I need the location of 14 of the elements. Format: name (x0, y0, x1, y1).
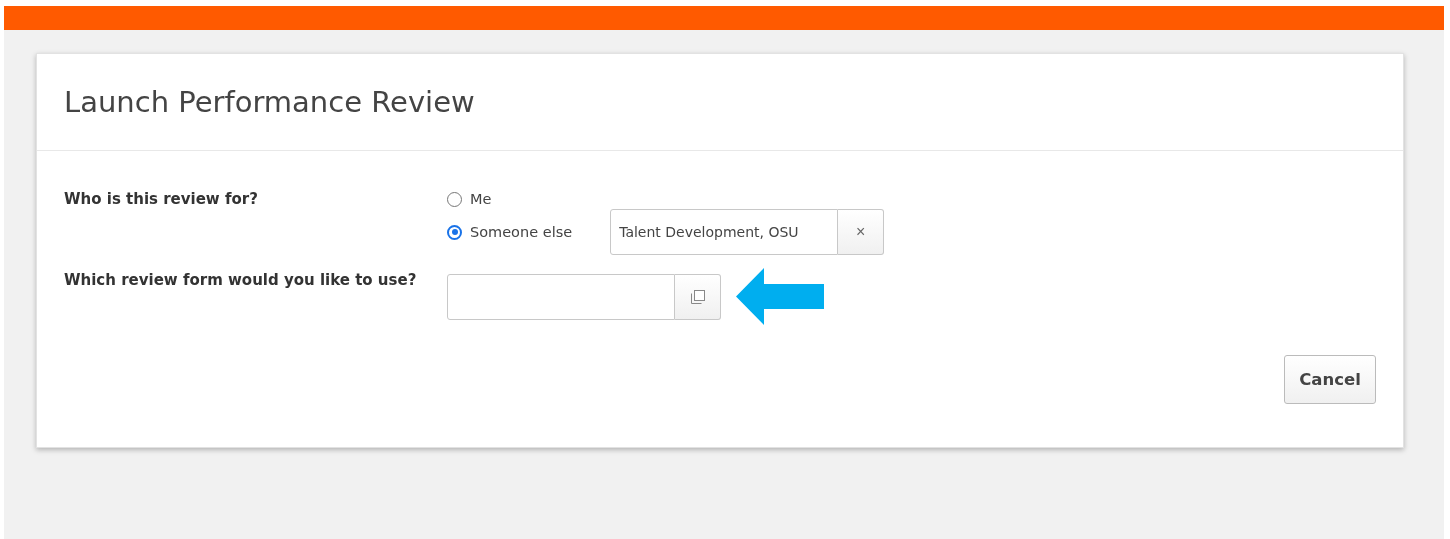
question-label: Who is this review for? (64, 189, 259, 210)
browse-button[interactable] (675, 273, 721, 320)
cancel-button[interactable]: Cancel (1284, 355, 1376, 404)
radio-button[interactable] (447, 224, 462, 240)
windows-icon (690, 289, 705, 304)
arrow-icon (736, 268, 824, 325)
clear-button[interactable]: × (838, 209, 885, 255)
question-label: Which review form would you like to use? (64, 270, 418, 291)
form-field[interactable] (447, 273, 675, 320)
radio-label: Me (470, 191, 492, 207)
recipient-field[interactable]: Talent Development, OSU (610, 209, 839, 255)
radio-button[interactable] (447, 191, 462, 207)
dialog-title: Launch Performance Review (64, 85, 475, 119)
radio-label: Someone else (470, 224, 573, 240)
